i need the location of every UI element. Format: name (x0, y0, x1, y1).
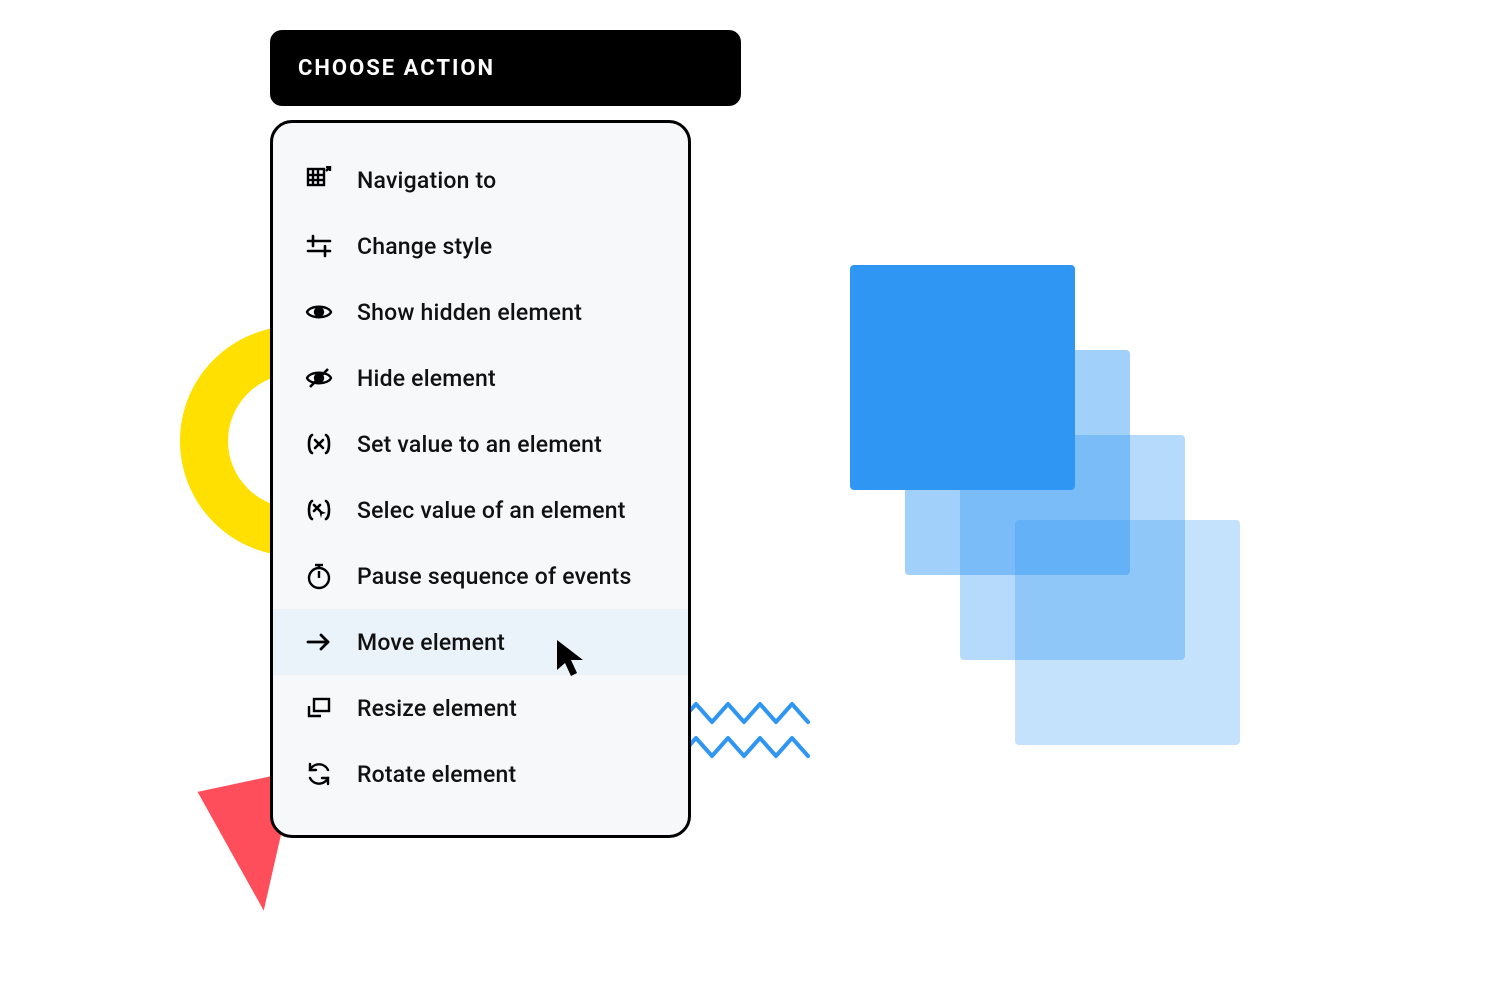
menu-item-label: Change style (357, 233, 658, 260)
menu-item-move-element[interactable]: Move element (273, 609, 688, 675)
menu-item-pause-sequence[interactable]: Pause sequence of events (273, 543, 688, 609)
eye-icon (303, 296, 335, 328)
action-menu: Navigation to Change style Show hidd (273, 147, 688, 807)
choose-action-header: CHOOSE ACTION (270, 30, 741, 106)
menu-item-label: Navigation to (357, 167, 658, 194)
arrow-right-icon (303, 626, 335, 658)
action-dropdown-panel: Navigation to Change style Show hidd (270, 120, 691, 838)
decorative-blue-squares (850, 265, 1250, 765)
menu-item-select-value[interactable]: Selec value of an element (273, 477, 688, 543)
sliders-icon (303, 230, 335, 262)
menu-item-label: Move element (357, 629, 658, 656)
rotate-icon (303, 758, 335, 790)
menu-item-label: Set value to an element (357, 431, 658, 458)
set-value-icon (303, 428, 335, 460)
stopwatch-icon (303, 560, 335, 592)
grid-nav-icon (303, 164, 335, 196)
menu-item-resize-element[interactable]: Resize element (273, 675, 688, 741)
resize-icon (303, 692, 335, 724)
menu-item-label: Show hidden element (357, 299, 658, 326)
decorative-zigzag (680, 700, 810, 770)
header-title: CHOOSE ACTION (298, 56, 495, 81)
menu-item-show-hidden-element[interactable]: Show hidden element (273, 279, 688, 345)
menu-item-label: Pause sequence of events (357, 563, 658, 590)
menu-item-label: Resize element (357, 695, 658, 722)
menu-item-navigation-to[interactable]: Navigation to (273, 147, 688, 213)
menu-item-label: Selec value of an element (357, 497, 658, 524)
menu-item-change-style[interactable]: Change style (273, 213, 688, 279)
cursor-pointer-icon (555, 638, 587, 680)
select-value-icon (303, 494, 335, 526)
menu-item-rotate-element[interactable]: Rotate element (273, 741, 688, 807)
menu-item-set-value[interactable]: Set value to an element (273, 411, 688, 477)
menu-item-label: Rotate element (357, 761, 658, 788)
menu-item-label: Hide element (357, 365, 658, 392)
eye-off-icon (303, 362, 335, 394)
menu-item-hide-element[interactable]: Hide element (273, 345, 688, 411)
